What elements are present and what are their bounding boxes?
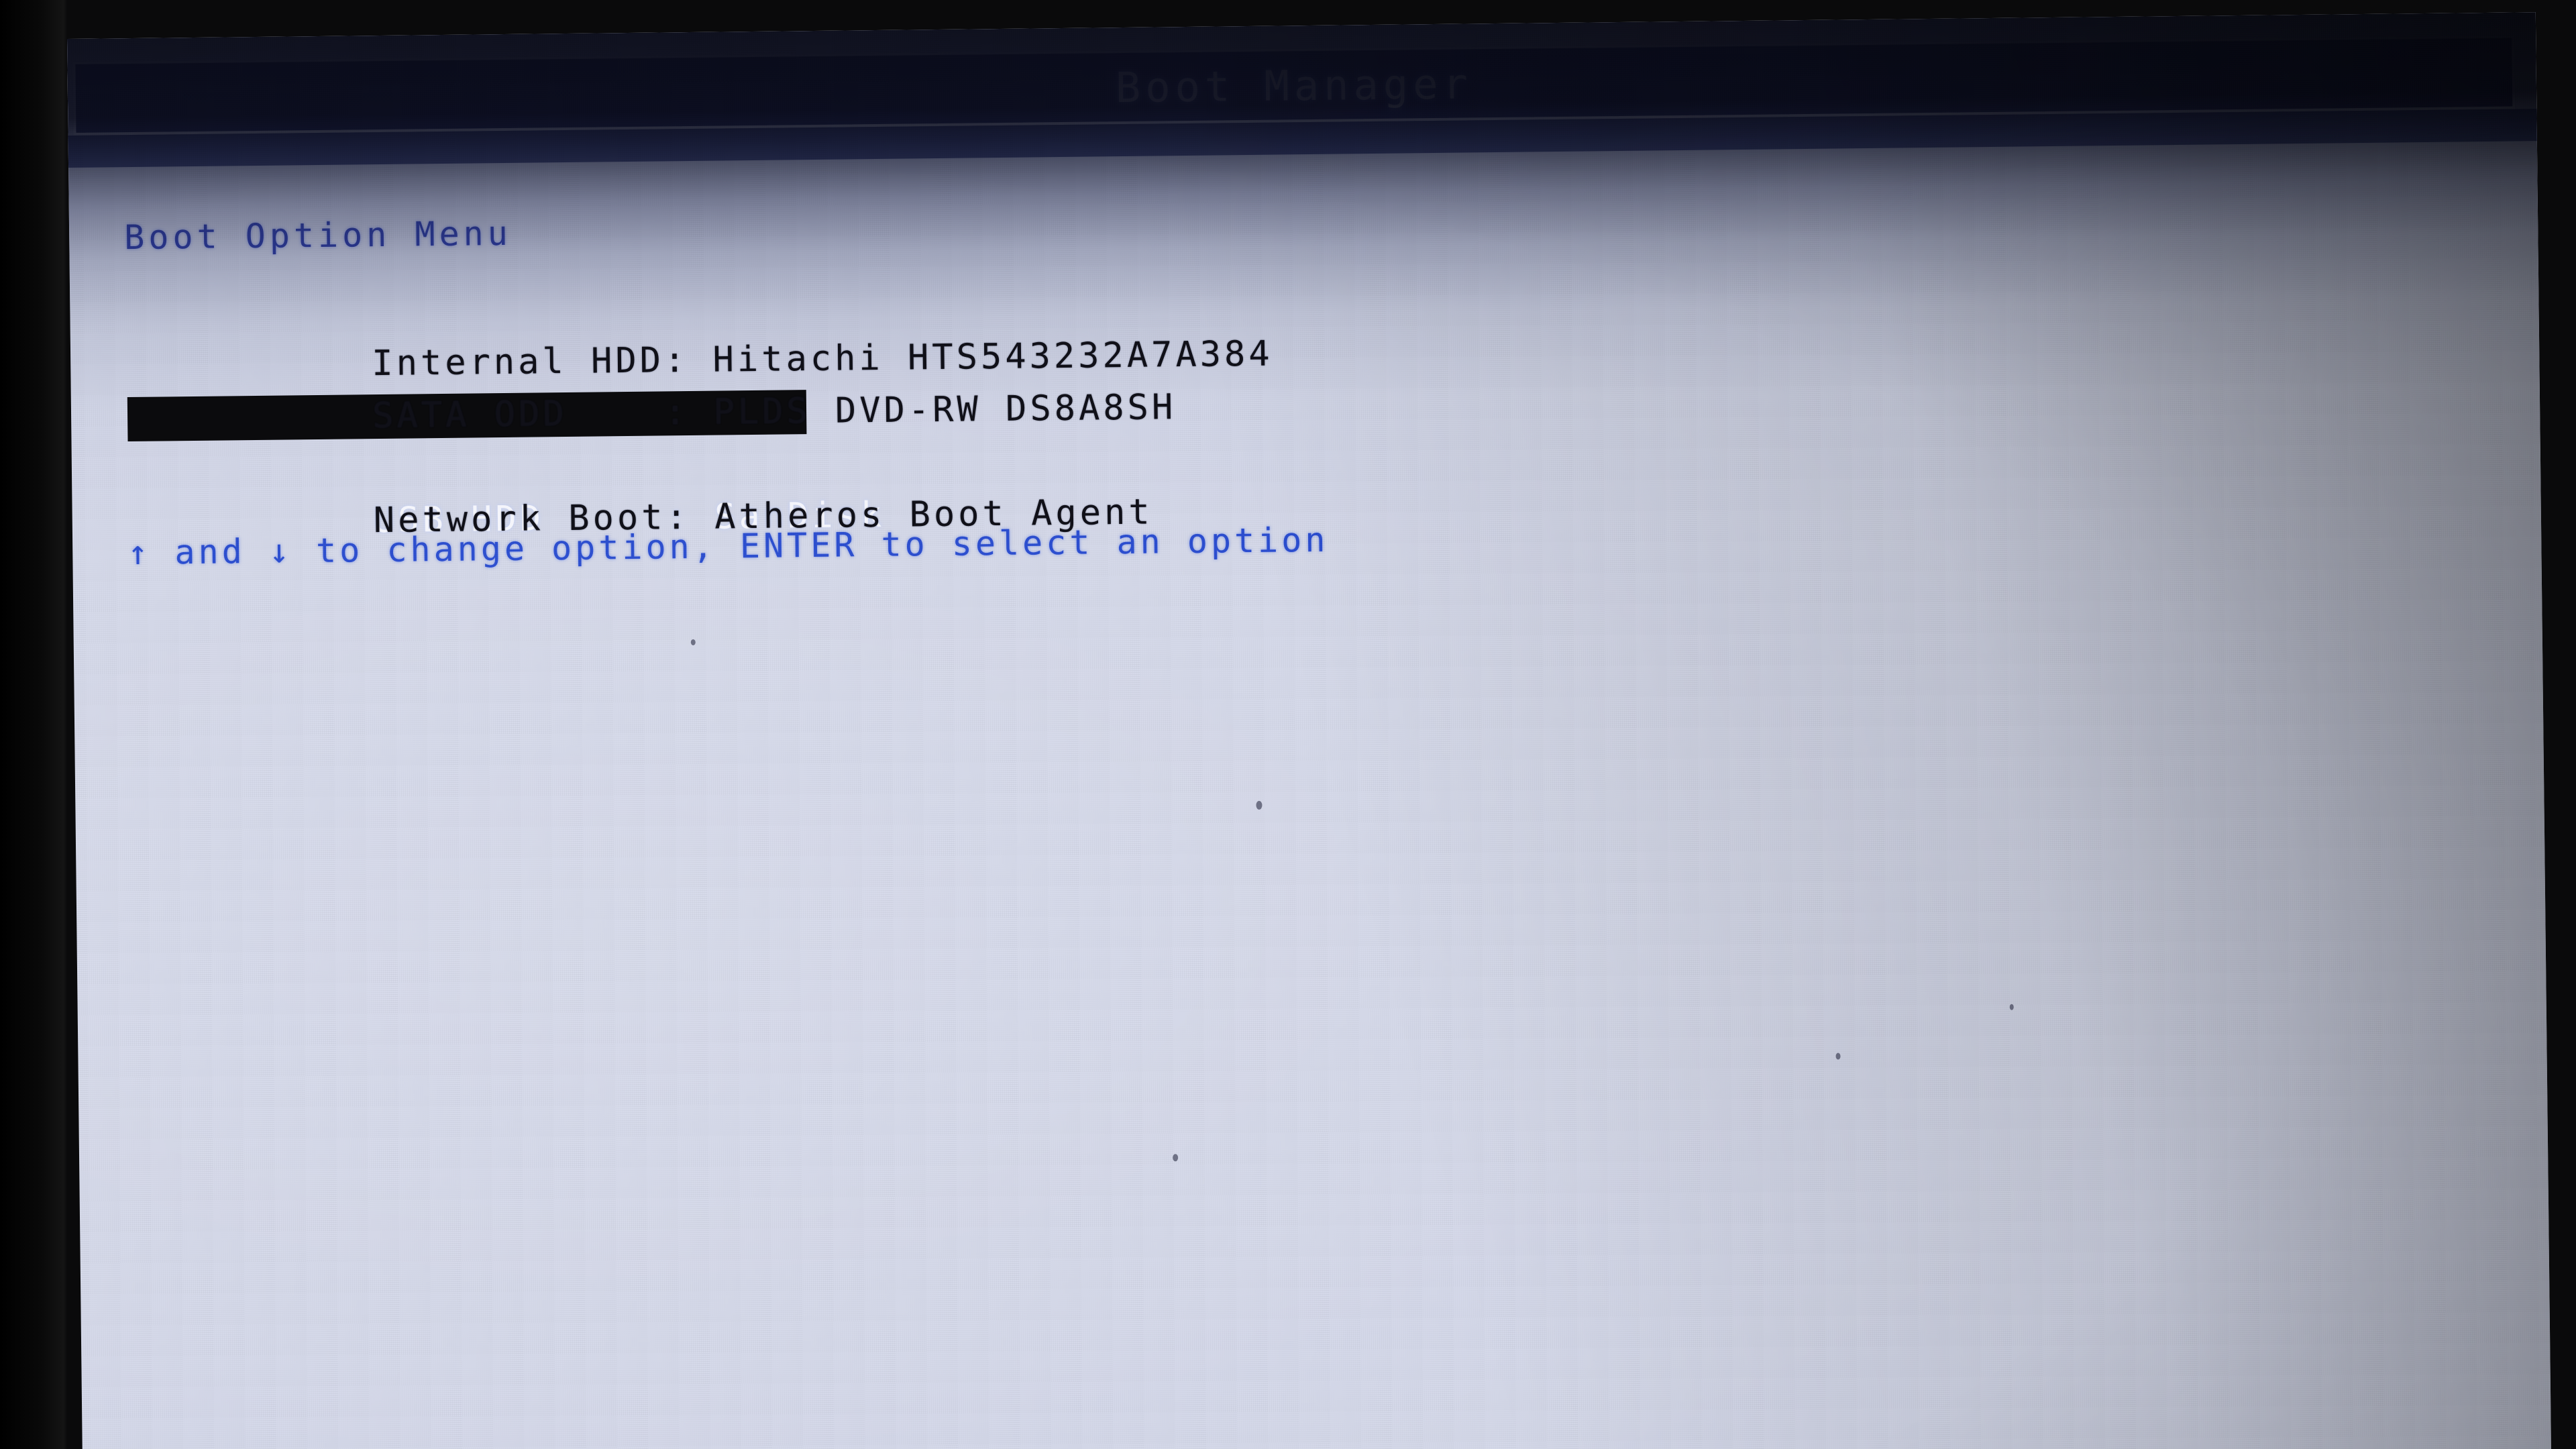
page-title: Boot Manager: [1115, 58, 1473, 112]
lcd-panel: Boot Manager Boot Option Menu Internal H…: [67, 12, 2552, 1449]
photograph-of-laptop-screen: Boot Manager Boot Option Menu Internal H…: [0, 0, 2576, 1449]
boot-option-label-internal-hdd: Internal HDD: Hitachi HTS543232A7A384: [372, 333, 1273, 384]
boot-option-label-sata-odd: SATA ODD : PLDS DVD-RW DS8A8SH: [372, 387, 1177, 437]
bios-boot-manager-screen: Boot Manager Boot Option Menu Internal H…: [67, 12, 2551, 1449]
boot-option-list: Internal HDD: Hitachi HTS543232A7A384 SA…: [125, 264, 2273, 541]
boot-option-menu-heading: Boot Option Menu: [123, 213, 513, 258]
boot-option-label-network-boot: Network Boot: Atheros Boot Agent: [373, 492, 1153, 541]
